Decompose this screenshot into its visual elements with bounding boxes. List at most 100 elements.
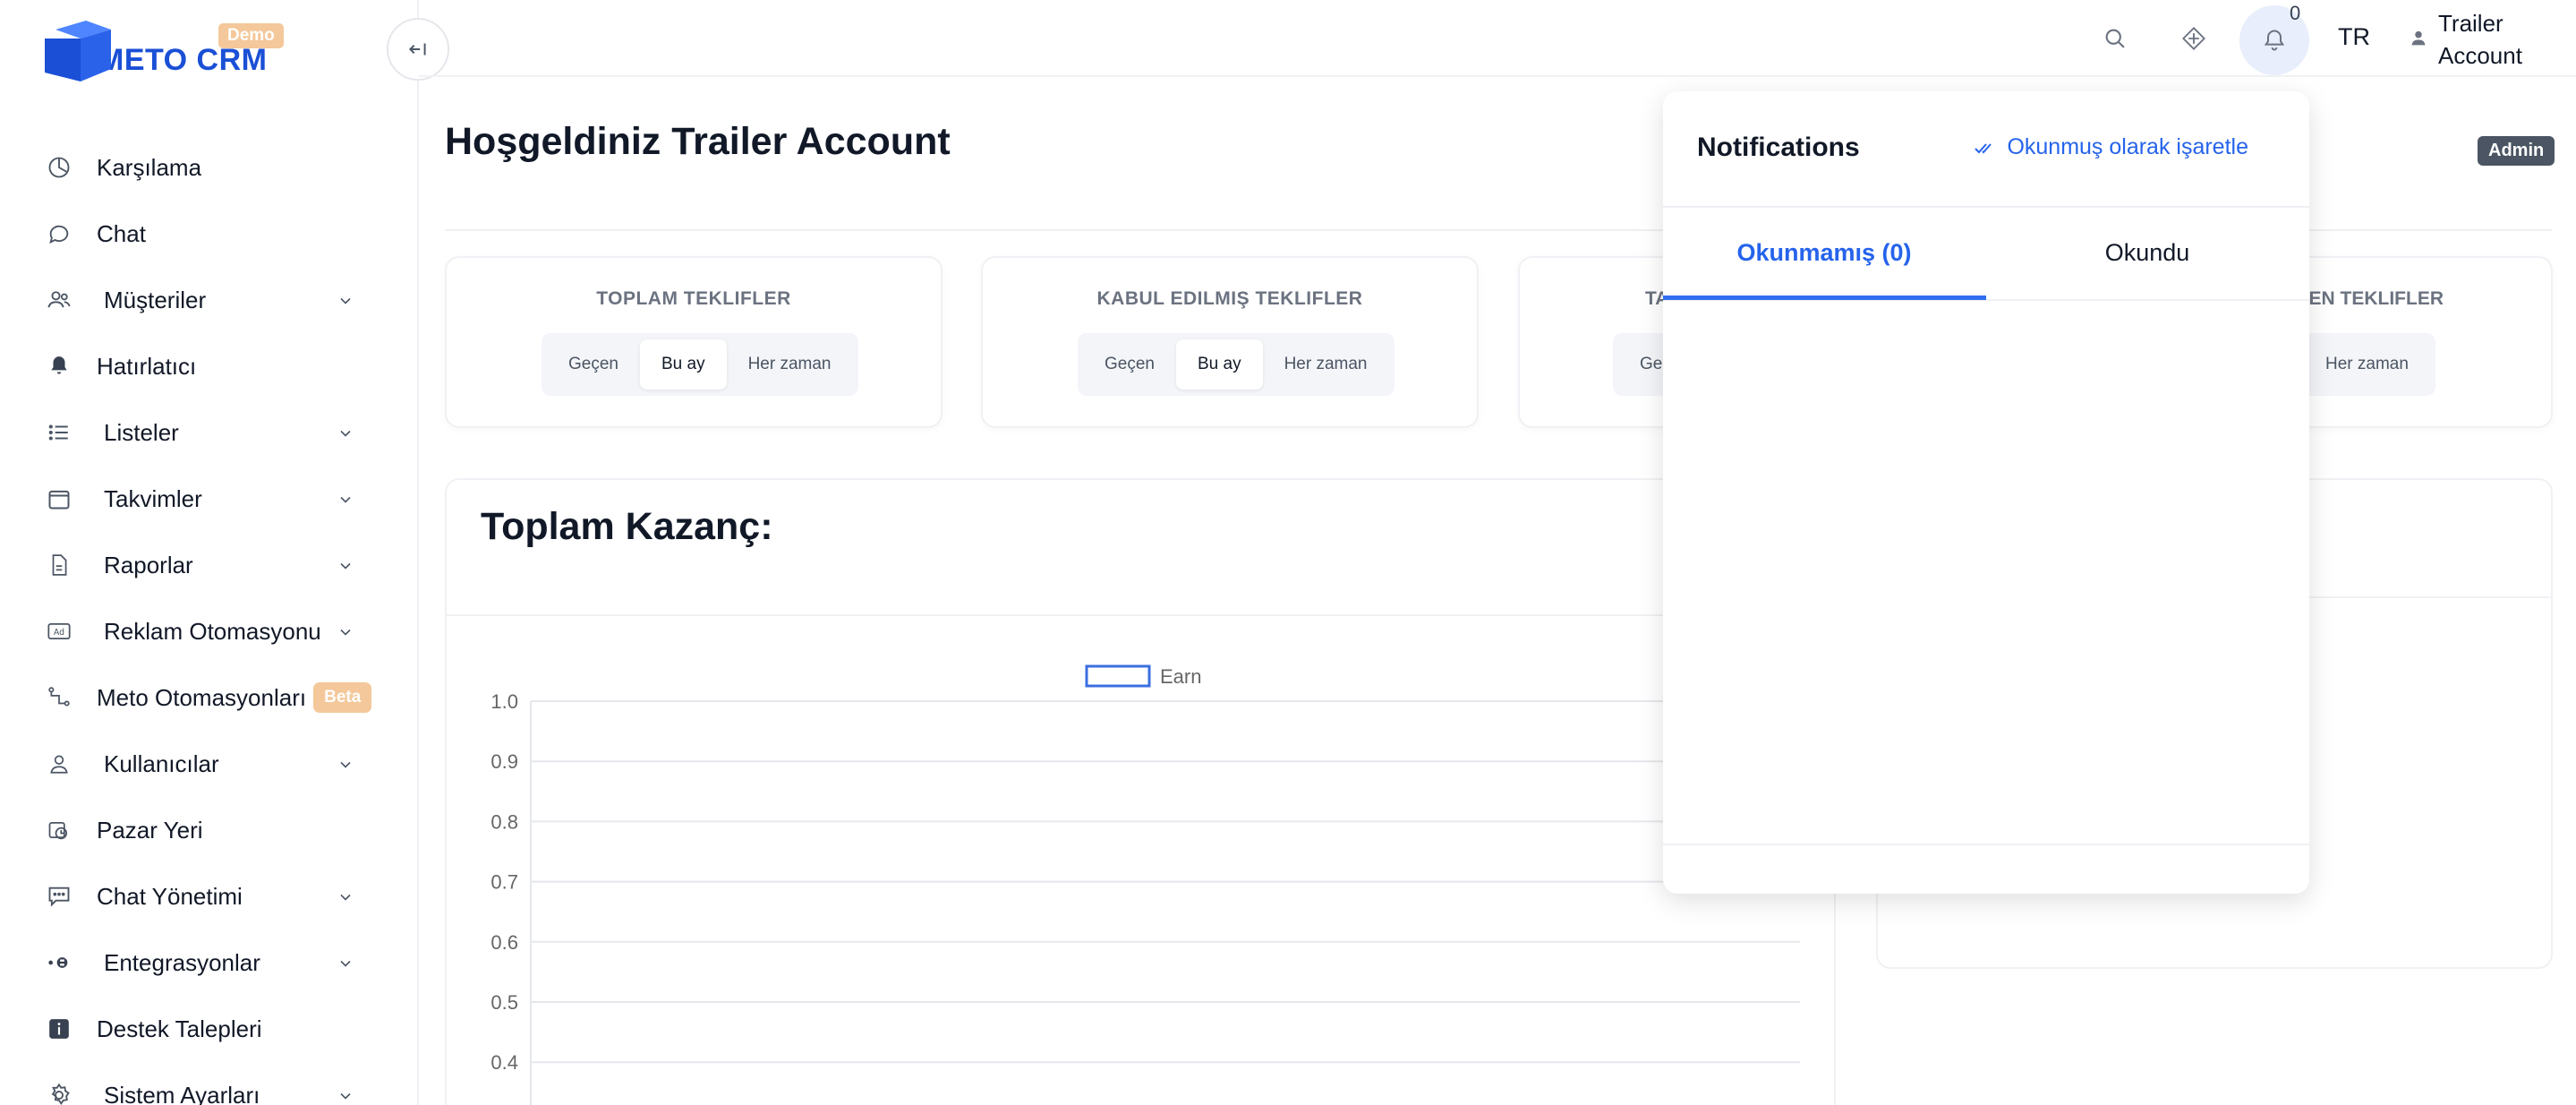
notifications-title: Notifications — [1697, 133, 1860, 162]
sidebar-item-karsilama[interactable]: Karşılama — [0, 134, 419, 201]
chevron-down-icon — [337, 424, 354, 447]
chevron-down-icon — [337, 756, 354, 778]
sidebar-item-kullanicilar[interactable]: Kullanıcılar — [0, 731, 419, 797]
period-all-time-button[interactable]: Her zaman — [727, 339, 853, 390]
mark-all-read-label: Okunmuş olarak işaretle — [2007, 134, 2248, 159]
sidebar-item-musteriler[interactable]: Müşteriler — [0, 267, 419, 333]
y-tick-label: 0.6 — [490, 931, 518, 954]
card-title: KABUL EDILMIŞ TEKLIFLER — [1096, 288, 1363, 309]
sidebar-item-label: Müşteriler — [104, 286, 207, 313]
y-tick-label: 0.7 — [490, 871, 518, 894]
divider — [1663, 844, 2309, 845]
sidebar-item-chat[interactable]: Chat — [0, 201, 419, 267]
sidebar-item-entegrasyonlar[interactable]: Entegrasyonlar — [0, 929, 419, 996]
svg-text:Ad: Ad — [54, 628, 64, 638]
page-title: Hoşgeldiniz Trailer Account — [445, 120, 951, 163]
user-name: Trailer Account — [2438, 7, 2522, 72]
period-this-month-button[interactable]: Bu ay — [1175, 339, 1263, 390]
sidebar-item-label: Kullanıcılar — [104, 750, 219, 777]
users-icon — [45, 286, 73, 314]
sidebar-item-hatirlatici[interactable]: Hatırlatıcı — [0, 333, 419, 399]
y-tick-label: 0.8 — [490, 810, 518, 833]
period-all-time-button[interactable]: Her zaman — [2304, 339, 2430, 390]
workflow-icon — [45, 683, 73, 712]
search-button[interactable] — [2094, 18, 2136, 59]
chat-bubble-icon — [45, 219, 73, 248]
chevron-down-icon — [337, 623, 354, 646]
sidebar-item-label: Reklam Otomasyonu — [104, 617, 321, 645]
user-menu[interactable]: Trailer Account — [2410, 7, 2522, 72]
sidebar-item-label: Pazar Yeri — [97, 816, 203, 844]
chart-title: Toplam Kazanç: — [481, 505, 773, 548]
earnings-chart-card: Toplam Kazanç: Earn 1.0 0.9 0.8 0.7 0.6 0.5 0.4 — [445, 478, 1836, 1105]
dashboard-icon — [45, 153, 73, 182]
tab-read[interactable]: Okundu — [1986, 217, 2308, 299]
sidebar-item-sistem-ayarlari[interactable]: Sistem Ayarları — [0, 1062, 419, 1105]
stat-card-total-offers: TOPLAM TEKLIFLER Geçen Bu ay Her zaman — [445, 256, 943, 428]
divider — [1663, 206, 2309, 208]
notification-count: 0 — [2290, 2, 2301, 24]
beta-badge: Beta — [313, 682, 372, 713]
y-tick-label: 0.4 — [490, 1051, 518, 1074]
sidebar-item-destek-talepleri[interactable]: Destek Talepleri — [0, 996, 419, 1062]
apps-button[interactable] — [2173, 18, 2214, 59]
user-icon — [45, 750, 73, 778]
sidebar-item-pazar-yeri[interactable]: Pazar Yeri — [0, 797, 419, 863]
user-name-line1: Trailer — [2438, 10, 2503, 37]
stat-card-accepted-offers: KABUL EDILMIŞ TEKLIFLER Geçen Bu ay Her … — [981, 256, 1479, 428]
report-icon — [45, 551, 73, 579]
demo-badge: Demo — [218, 23, 284, 48]
chevron-down-icon — [337, 557, 354, 579]
sidebar-item-reklam-otomasyonu[interactable]: Ad Reklam Otomasyonu — [0, 598, 419, 664]
legend-swatch-earn[interactable] — [1085, 664, 1151, 688]
mark-all-read-button[interactable]: Okunmuş olarak işaretle — [1975, 134, 2248, 160]
settings-icon — [45, 1081, 73, 1105]
sidebar-item-label: Raporlar — [104, 551, 193, 578]
sidebar-item-listeler[interactable]: Listeler — [0, 399, 419, 466]
chevron-down-icon — [337, 955, 354, 977]
active-tab-indicator — [1663, 296, 1986, 300]
list-icon — [45, 418, 73, 447]
diamond-grid-icon — [2182, 27, 2205, 50]
user-name-line2: Account — [2438, 42, 2522, 69]
sidebar-item-meto-otomasyonlari[interactable]: Meto Otomasyonları Beta — [0, 664, 419, 731]
role-badge: Admin — [2478, 136, 2555, 166]
sidebar-item-label: Takvimler — [104, 484, 202, 512]
period-all-time-button[interactable]: Her zaman — [1263, 339, 1389, 390]
notifications-panel: Notifications Okunmuş olarak işaretle Ok… — [1663, 91, 2309, 894]
card-title: TOPLAM TEKLIFLER — [596, 288, 791, 309]
chevron-down-icon — [337, 1087, 354, 1105]
sidebar-item-label: Listeler — [104, 418, 179, 446]
period-this-month-button[interactable]: Bu ay — [639, 339, 727, 390]
y-tick-label: 0.5 — [490, 991, 518, 1014]
bell-icon — [45, 352, 73, 381]
sidebar-item-label: Hatırlatıcı — [97, 352, 197, 380]
double-check-icon — [1975, 142, 1992, 153]
marketplace-icon — [45, 816, 73, 844]
y-tick-label: 0.9 — [490, 750, 518, 773]
sidebar-item-label: Chat Yönetimi — [97, 882, 243, 910]
legend-label-earn: Earn — [1160, 665, 1201, 688]
integration-icon — [45, 948, 73, 977]
sidebar-item-label: Sistem Ayarları — [104, 1081, 260, 1105]
sidebar-nav: Karşılama Chat Müşteriler Hatırlatıcı Li… — [0, 134, 419, 1105]
sidebar-item-label: Chat — [97, 219, 146, 247]
calendar-icon — [45, 484, 73, 513]
ad-icon: Ad — [45, 617, 73, 646]
earnings-chart: Earn 1.0 0.9 0.8 0.7 0.6 0.5 0.4 — [490, 664, 1800, 1105]
period-last-button[interactable]: Geçen — [547, 339, 640, 390]
tab-unread[interactable]: Okunmamış (0) — [1663, 217, 1985, 299]
sidebar-item-label: Karşılama — [97, 153, 202, 181]
language-selector[interactable]: TR — [2338, 23, 2370, 51]
chevron-down-icon — [337, 491, 354, 513]
sidebar-item-raporlar[interactable]: Raporlar — [0, 532, 419, 598]
sidebar-item-label: Destek Talepleri — [97, 1015, 262, 1042]
chevron-down-icon — [337, 292, 354, 314]
sidebar-item-chat-yonetimi[interactable]: Chat Yönetimi — [0, 863, 419, 929]
sidebar-item-label: Entegrasyonlar — [104, 948, 260, 976]
sidebar: METO CRM Demo Karşılama Chat Müşteriler — [0, 0, 419, 1105]
period-segment: Geçen Bu ay Her zaman — [542, 333, 858, 396]
period-last-button[interactable]: Geçen — [1083, 339, 1176, 390]
search-icon — [2105, 29, 2125, 48]
sidebar-item-takvimler[interactable]: Takvimler — [0, 466, 419, 532]
